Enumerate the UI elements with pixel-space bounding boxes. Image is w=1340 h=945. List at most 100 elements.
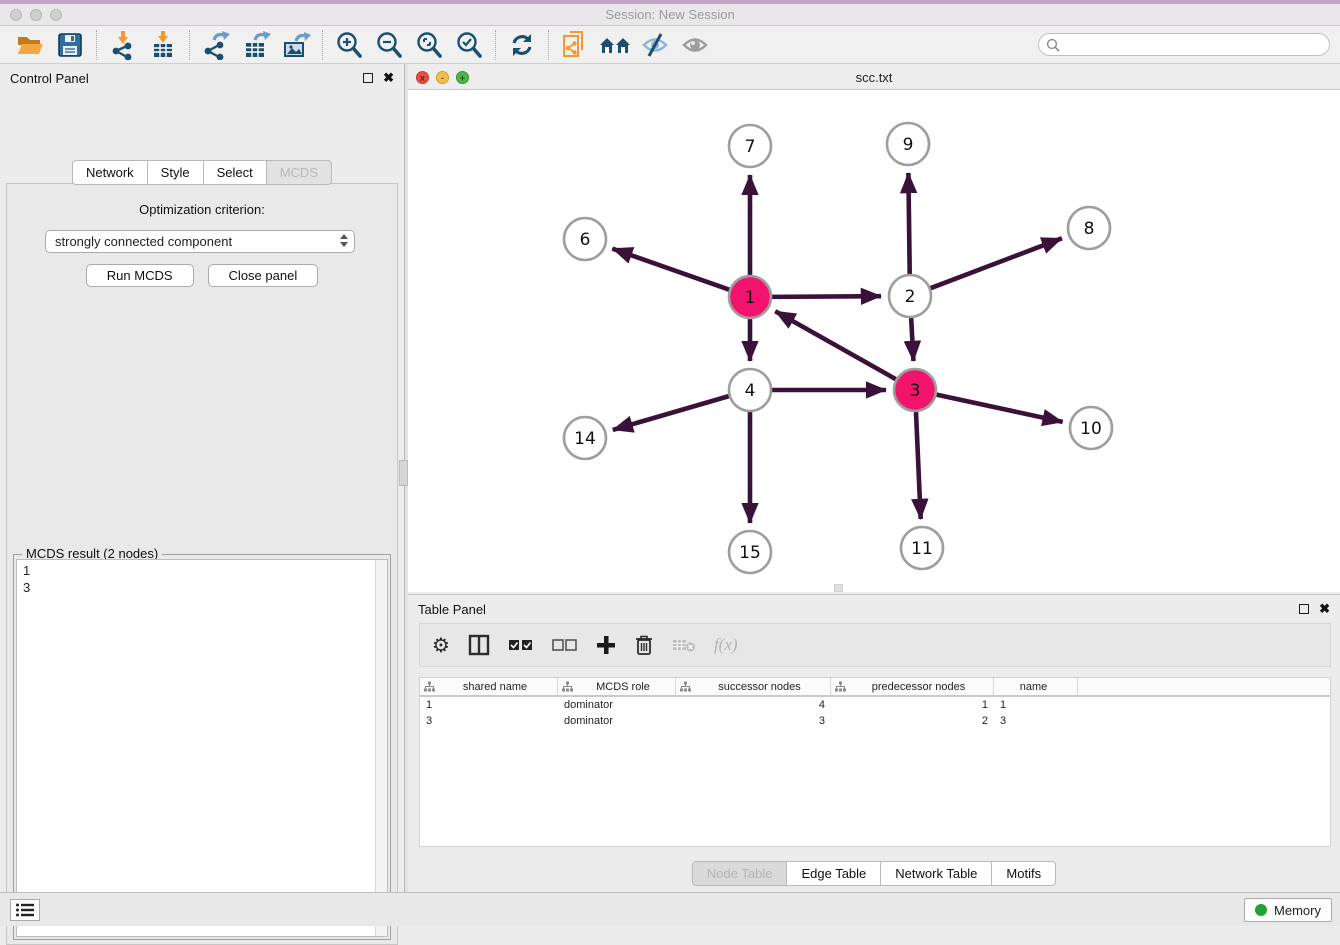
run-mcds-button[interactable]: Run MCDS xyxy=(86,264,194,287)
edge-1-6[interactable] xyxy=(612,249,729,290)
network-graph[interactable]: 7968124314101511 xyxy=(408,90,1340,592)
trash-icon xyxy=(634,634,654,656)
import-table-icon xyxy=(148,30,178,60)
delete-table-button[interactable] xyxy=(672,630,696,660)
close-table-panel-icon[interactable]: ✖ xyxy=(1319,601,1330,617)
tab-style[interactable]: Style xyxy=(147,160,203,185)
table-row[interactable]: 1 dominator 4 1 1 xyxy=(420,697,1330,713)
node-table[interactable]: shared name MCDS role successor nodes pr… xyxy=(419,677,1331,847)
tab-select[interactable]: Select xyxy=(203,160,266,185)
search-field[interactable] xyxy=(1038,33,1330,56)
zoom-selected-button[interactable] xyxy=(449,29,489,61)
add-column-button[interactable] xyxy=(596,630,616,660)
memory-label: Memory xyxy=(1274,903,1321,918)
export-network-icon xyxy=(201,30,231,60)
export-table-icon xyxy=(241,30,271,60)
cell-successor-nodes: 3 xyxy=(676,715,831,727)
mcds-result-line: 3 xyxy=(23,579,387,596)
select-all-button[interactable] xyxy=(508,630,534,660)
hide-panels-button[interactable] xyxy=(635,29,675,61)
table-settings-button[interactable]: ⚙ xyxy=(432,630,450,660)
toolbar-separator xyxy=(96,30,97,60)
tab-motifs[interactable]: Motifs xyxy=(991,861,1056,886)
network-canvas[interactable]: 7968124314101511 xyxy=(408,90,1340,592)
delete-column-button[interactable] xyxy=(634,630,654,660)
search-input[interactable] xyxy=(1065,38,1329,52)
toggle-columns-button[interactable] xyxy=(468,630,490,660)
zoom-in-icon xyxy=(334,30,364,60)
deselect-all-button[interactable] xyxy=(552,630,578,660)
tab-network[interactable]: Network xyxy=(72,160,147,185)
refresh-layout-button[interactable] xyxy=(502,29,542,61)
clone-network-icon xyxy=(560,30,590,60)
control-panel-tabs: Network Style Select MCDS xyxy=(0,160,404,185)
tab-network-table[interactable]: Network Table xyxy=(880,861,991,886)
zoom-out-button[interactable] xyxy=(369,29,409,61)
cell-predecessor-nodes: 1 xyxy=(831,699,994,711)
open-folder-icon xyxy=(15,30,45,60)
zoom-fit-button[interactable] xyxy=(409,29,449,61)
tab-node-table[interactable]: Node Table xyxy=(692,861,787,886)
zoom-fit-icon xyxy=(414,30,444,60)
optimization-criterion-label: Optimization criterion: xyxy=(7,202,397,217)
column-namespace-icon xyxy=(680,681,691,692)
window-title: Session: New Session xyxy=(0,7,1340,22)
tab-edge-table[interactable]: Edge Table xyxy=(786,861,880,886)
node-label-1: 1 xyxy=(745,288,756,308)
edge-4-14[interactable] xyxy=(613,396,729,430)
column-header-name[interactable]: name xyxy=(994,678,1078,695)
edge-1-2[interactable] xyxy=(772,296,881,297)
function-builder-button[interactable]: f(x) xyxy=(714,630,738,660)
task-history-button[interactable] xyxy=(10,899,40,921)
node-label-6: 6 xyxy=(580,230,591,250)
unchecked-boxes-icon xyxy=(552,637,578,653)
mcds-result-list[interactable]: 1 3 xyxy=(16,559,388,937)
edge-2-9[interactable] xyxy=(908,173,909,274)
table-toolbar: ⚙ xyxy=(419,623,1331,667)
float-table-panel-icon[interactable] xyxy=(1299,604,1309,614)
cell-successor-nodes: 4 xyxy=(676,699,831,711)
tab-mcds[interactable]: MCDS xyxy=(266,160,332,185)
edge-2-3[interactable] xyxy=(911,318,913,361)
edge-3-1[interactable] xyxy=(775,311,896,379)
edge-3-10[interactable] xyxy=(937,395,1063,422)
column-header-shared-name[interactable]: shared name xyxy=(420,678,558,695)
network-window-titlebar[interactable]: x - + scc.txt xyxy=(408,64,1340,90)
result-scrollbar[interactable] xyxy=(375,560,387,936)
edge-3-11[interactable] xyxy=(916,412,921,519)
close-panel-icon[interactable]: ✖ xyxy=(383,70,394,86)
column-header-predecessor-nodes[interactable]: predecessor nodes xyxy=(831,678,994,695)
column-header-mcds-role[interactable]: MCDS role xyxy=(558,678,676,695)
export-table-button[interactable] xyxy=(236,29,276,61)
export-network-button[interactable] xyxy=(196,29,236,61)
node-label-3: 3 xyxy=(910,381,921,401)
export-image-button[interactable] xyxy=(276,29,316,61)
import-network-button[interactable] xyxy=(103,29,143,61)
eye-icon xyxy=(680,30,710,60)
cell-name: 1 xyxy=(994,699,1078,711)
splitter-grip[interactable] xyxy=(399,460,408,486)
home-button[interactable] xyxy=(595,29,635,61)
criterion-select[interactable]: strongly connected component xyxy=(45,230,355,253)
canvas-resize-handle[interactable] xyxy=(834,584,843,592)
show-panels-button[interactable] xyxy=(675,29,715,61)
close-panel-button[interactable]: Close panel xyxy=(208,264,319,287)
control-panel-title: Control Panel xyxy=(10,71,89,86)
clone-network-button[interactable] xyxy=(555,29,595,61)
table-tabs: Node Table Edge Table Network Table Moti… xyxy=(408,861,1340,886)
import-table-button[interactable] xyxy=(143,29,183,61)
edge-2-8[interactable] xyxy=(931,238,1062,288)
column-header-successor-nodes[interactable]: successor nodes xyxy=(676,678,831,695)
open-session-button[interactable] xyxy=(10,29,50,61)
network-window: x - + scc.txt 7968124314101511 xyxy=(408,64,1340,592)
memory-button[interactable]: Memory xyxy=(1244,898,1332,922)
window-titlebar: Session: New Session xyxy=(0,0,1340,26)
titlebar-accent xyxy=(0,0,1340,4)
table-row[interactable]: 3 dominator 3 2 3 xyxy=(420,713,1330,729)
toolbar-separator xyxy=(495,30,496,60)
zoom-in-button[interactable] xyxy=(329,29,369,61)
float-panel-icon[interactable] xyxy=(363,73,373,83)
column-namespace-icon xyxy=(562,681,573,692)
checked-boxes-icon xyxy=(508,637,534,653)
save-session-button[interactable] xyxy=(50,29,90,61)
